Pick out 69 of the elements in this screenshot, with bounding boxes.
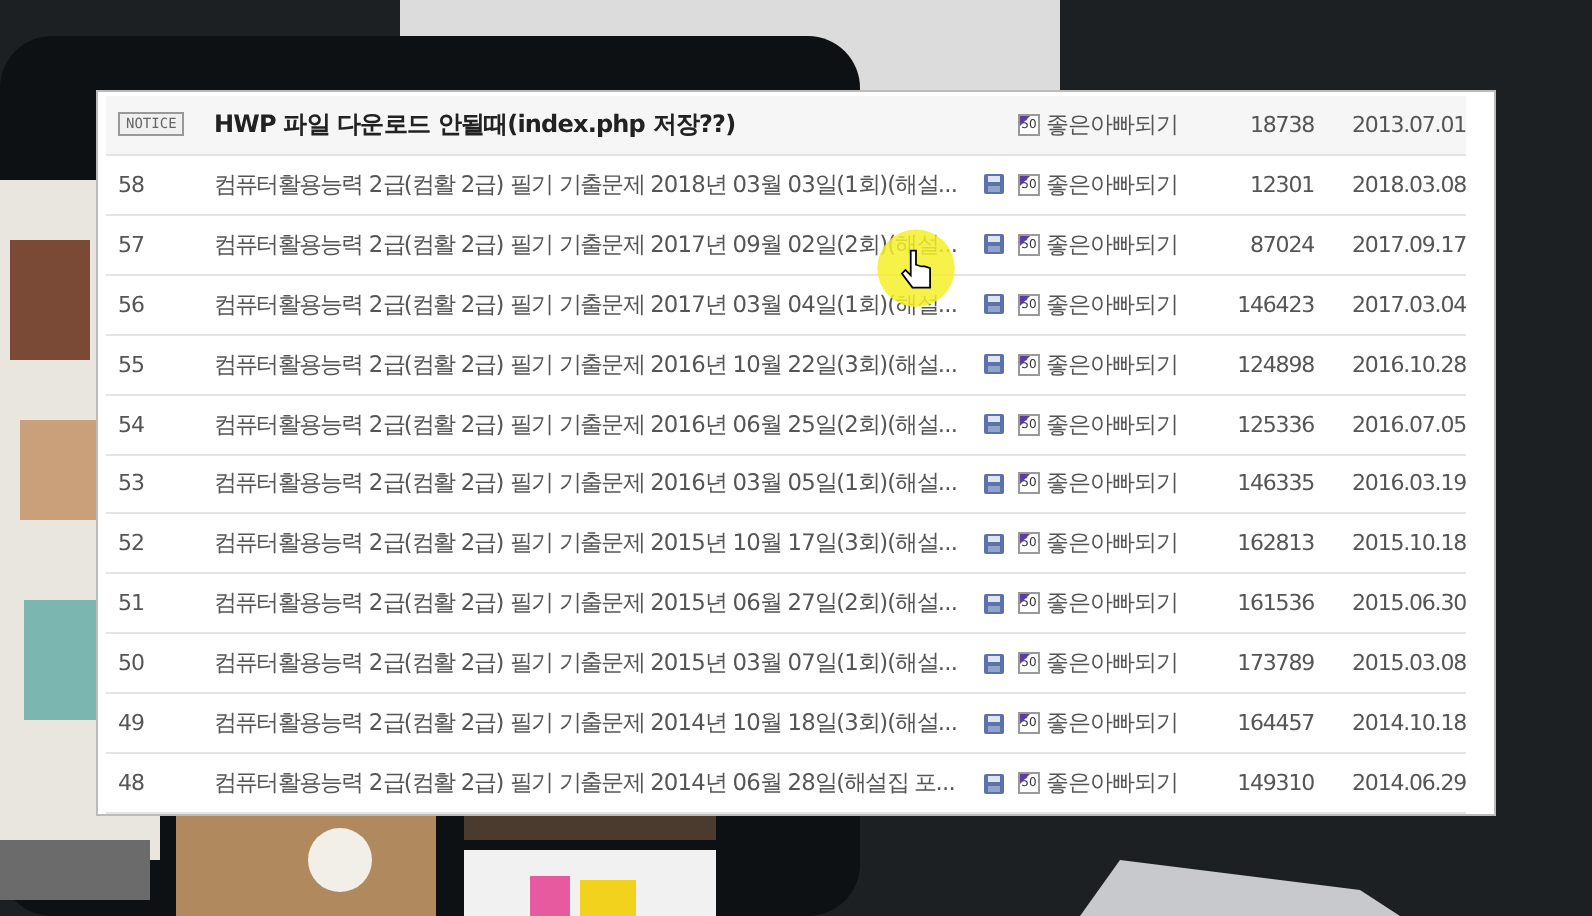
post-number: 52 [116,530,146,557]
view-count: 149310 [1235,770,1314,797]
author-name[interactable]: 좋은아빠되기 [1046,708,1178,739]
post-title[interactable]: 컴퓨터활용능력 2급(컴활 2급) 필기 기출문제 2016년 10월 22일(3회)(해설... [214,349,970,380]
post-title[interactable]: 컴퓨터활용능력 2급(컴활 2급) 필기 기출문제 2016년 03월 05일(1회)(해설... [214,468,970,499]
post-date: 2017.03.04 [1350,291,1466,318]
author-name[interactable]: 좋은아빠되기 [1046,409,1178,440]
view-count: 161536 [1235,590,1314,617]
post-title[interactable]: 컴퓨터활용능력 2급(컴활 2급) 필기 기출문제 2014년 10월 18일(3회)(해설... [214,708,970,739]
author-name[interactable]: 좋은아빠되기 [1046,528,1178,559]
post-date: 2014.06.29 [1350,770,1466,797]
post-number: 51 [116,590,146,617]
post-number: 56 [116,291,146,318]
view-count: 87024 [1248,231,1314,258]
post-date: 2018.03.08 [1350,171,1466,198]
post-date: 2016.03.19 [1350,470,1466,497]
post-title[interactable]: 컴퓨터활용능력 2급(컴활 2급) 필기 기출문제 2015년 03월 07일(1회)(해설... [214,648,970,679]
save-icon[interactable] [984,354,1004,375]
save-icon[interactable] [984,533,1004,554]
view-count: 125336 [1235,411,1314,438]
post-date: 2016.07.05 [1350,411,1466,438]
author-name[interactable]: 좋은아빠되기 [1046,648,1178,679]
post-date: 2015.03.08 [1350,650,1466,677]
post-title[interactable]: 컴퓨터활용능력 2급(컴활 2급) 필기 기출문제 2014년 06월 28일(해설집 포... [214,768,970,799]
post-title[interactable]: 컴퓨터활용능력 2급(컴활 2급) 필기 기출문제 2016년 06월 25일(2회)(해설... [214,409,970,440]
view-count: 12301 [1248,171,1314,198]
save-icon[interactable] [984,294,1004,315]
post-title[interactable]: HWP 파일 다운로드 안될때(index.php 저장??) [214,107,970,142]
post-title[interactable]: 컴퓨터활용능력 2급(컴활 2급) 필기 기출문제 2017년 03월 04일(1회)(해설... [214,289,970,320]
author-name[interactable]: 좋은아빠되기 [1046,349,1178,380]
view-count: 18738 [1248,111,1314,138]
post-number: 48 [116,770,146,797]
save-icon[interactable] [984,174,1004,195]
post-date: 2017.09.17 [1350,231,1466,258]
view-count: 164457 [1235,710,1314,737]
save-icon[interactable] [984,653,1004,674]
post-number: 57 [116,231,146,258]
save-icon[interactable] [984,593,1004,614]
view-count: 146423 [1235,291,1314,318]
post-title[interactable]: 컴퓨터활용능력 2급(컴활 2급) 필기 기출문제 2015년 06월 27일(2회)(해설... [214,588,970,619]
author-name[interactable]: 좋은아빠되기 [1046,169,1178,200]
save-icon[interactable] [984,234,1004,255]
post-title[interactable]: 컴퓨터활용능력 2급(컴활 2급) 필기 기출문제 2015년 10월 17일(3회)(해설... [214,528,970,559]
post-number: 50 [116,650,146,677]
post-number: 53 [116,470,146,497]
author-name[interactable]: 좋은아빠되기 [1046,229,1178,260]
post-number: 54 [116,411,146,438]
post-date: 2016.10.28 [1350,351,1466,378]
save-icon[interactable] [984,713,1004,734]
author-name[interactable]: 좋은아빠되기 [1046,588,1178,619]
view-count: 124898 [1235,351,1314,378]
post-number: 58 [116,171,146,198]
view-count: 173789 [1235,650,1314,677]
post-number: 49 [116,710,146,737]
post-title[interactable]: 컴퓨터활용능력 2급(컴활 2급) 필기 기출문제 2018년 03월 03일(1회)(해설... [214,169,970,200]
author-name[interactable]: 좋은아빠되기 [1046,768,1178,799]
post-number: 55 [116,351,146,378]
save-icon[interactable] [984,414,1004,435]
post-date: 2015.06.30 [1350,590,1466,617]
post-date: 2013.07.01 [1350,111,1466,138]
save-icon[interactable] [984,773,1004,794]
view-count: 146335 [1235,470,1314,497]
save-icon[interactable] [984,473,1004,494]
author-name[interactable]: 좋은아빠되기 [1046,109,1178,140]
author-name[interactable]: 좋은아빠되기 [1046,289,1178,320]
view-count: 162813 [1235,530,1314,557]
author-name[interactable]: 좋은아빠되기 [1046,468,1178,499]
post-date: 2015.10.18 [1350,530,1466,557]
post-date: 2014.10.18 [1350,710,1466,737]
